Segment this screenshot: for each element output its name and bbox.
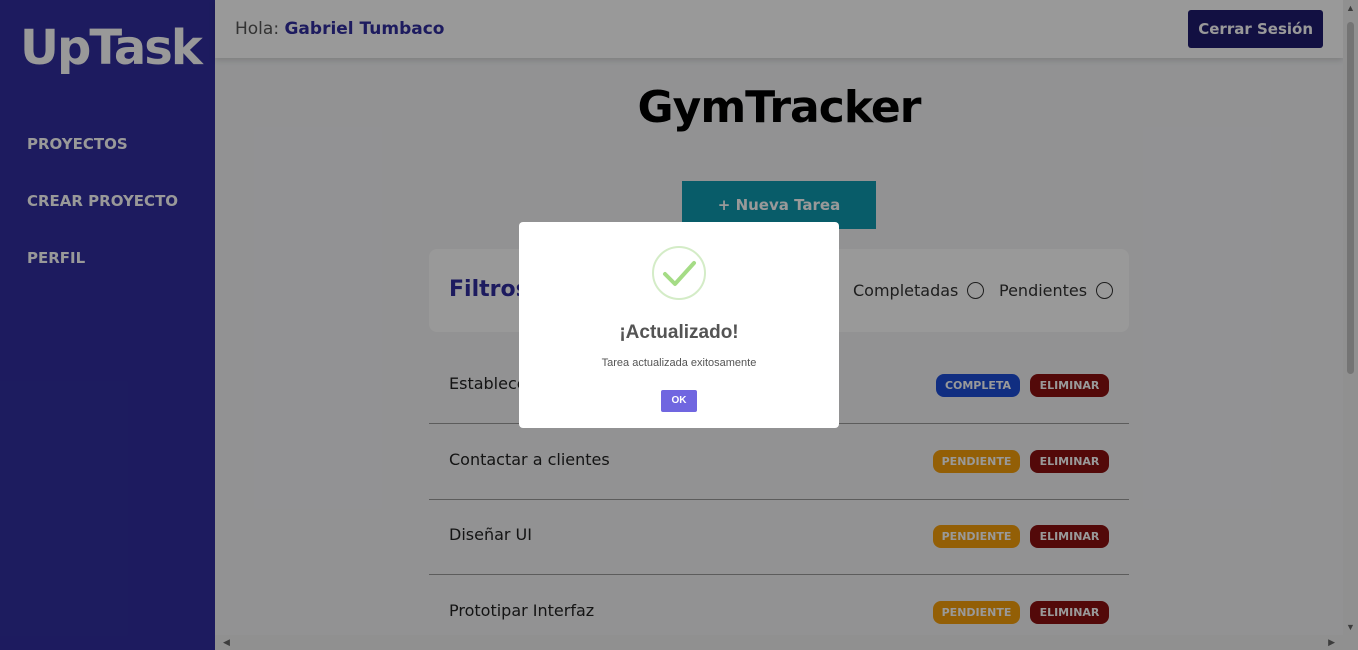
success-dialog: ¡Actualizado! Tarea actualizada exitosam… [519, 222, 839, 428]
ok-button[interactable]: OK [661, 390, 697, 412]
success-check-icon [652, 246, 706, 300]
check-mark-icon [663, 261, 696, 286]
dialog-message: Tarea actualizada exitosamente [601, 357, 757, 369]
dialog-title: ¡Actualizado! [619, 322, 739, 343]
